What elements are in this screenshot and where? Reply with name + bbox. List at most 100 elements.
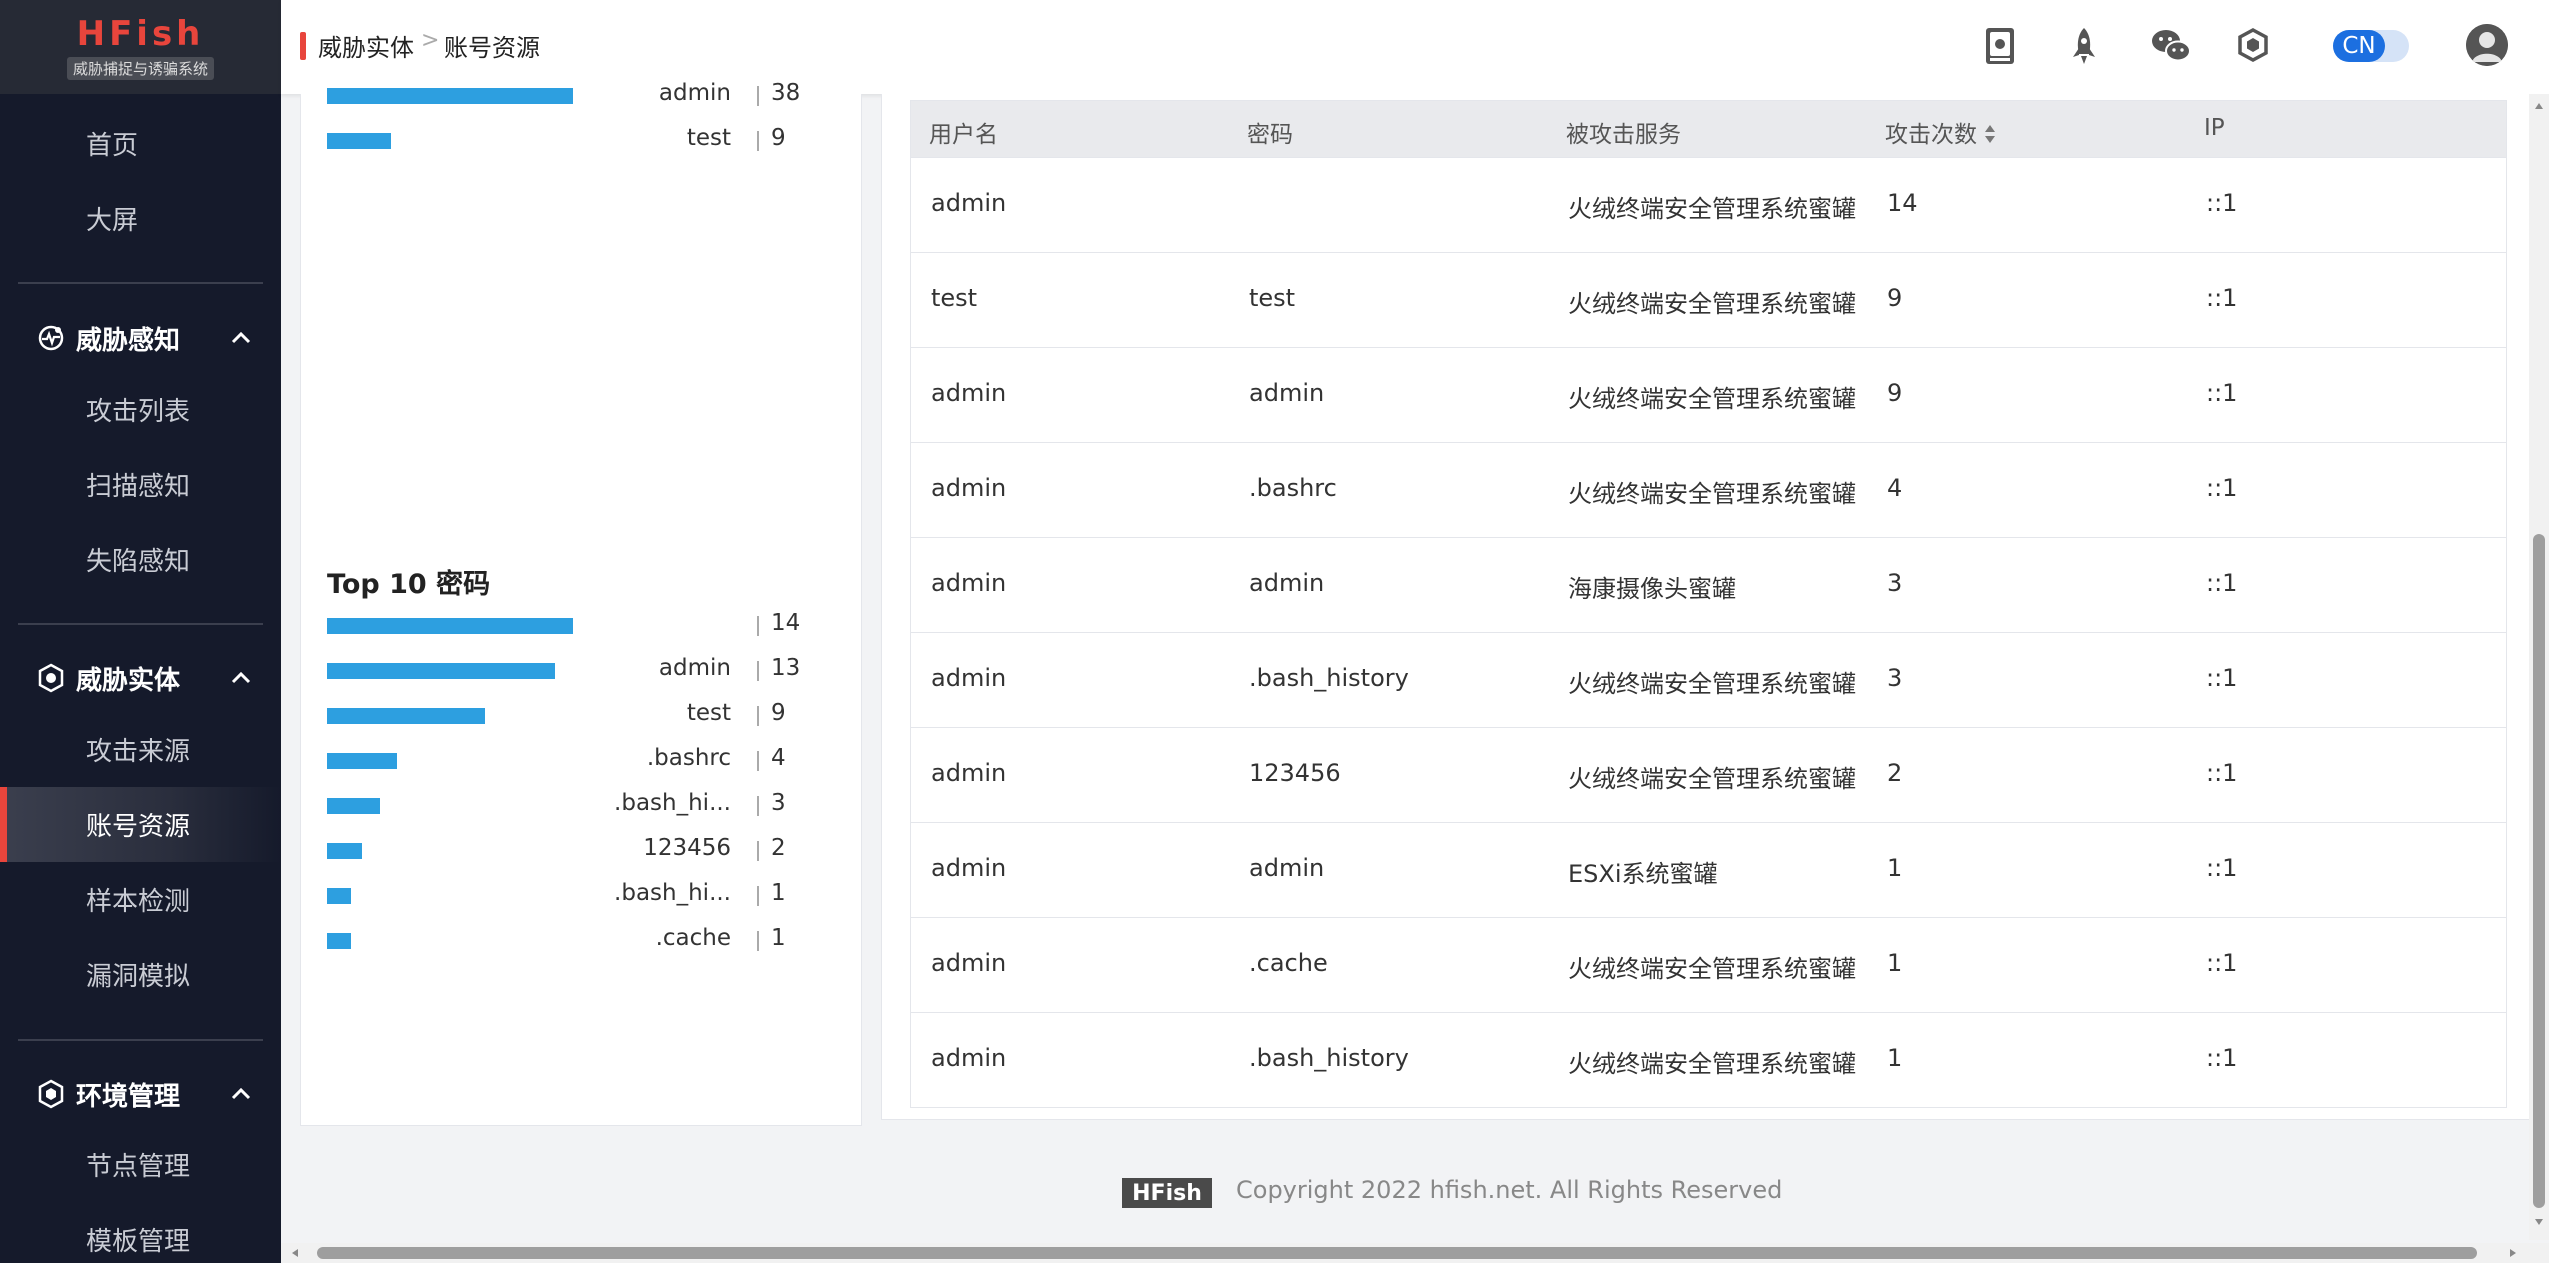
avatar[interactable] [2466,24,2508,66]
shield-icon [38,663,64,693]
cell-ip: ::1 [2206,1044,2238,1072]
sidebar-group-threat-perception[interactable]: 威胁感知 [0,303,281,373]
table-row[interactable]: admin .cache 火绒终端安全管理系统蜜罐 1::1 [911,918,2506,1013]
breadcrumb-item-threat-entity[interactable]: 威胁实体 [318,28,414,63]
bar-separator [757,886,759,906]
vertical-scrollbar[interactable] [2529,94,2549,1240]
sidebar-item-account-resource[interactable]: 账号资源 [0,787,281,862]
account-table: 用户名 密码 被攻击服务 攻击次数 IP admin 火绒终端安全管理系统蜜罐 14… [910,100,2507,1108]
password-bar-row: .bash_hi... 1 [327,880,827,910]
sidebar-group-threat-entity[interactable]: 威胁实体 [0,643,281,713]
footer-copyright: Copyright 2022 hfish.net. All Rights Res… [1236,1176,1783,1204]
wechat-icon[interactable] [2149,24,2193,68]
password-bar [327,798,380,814]
sidebar-item-attack-list[interactable]: 攻击列表 [0,372,281,447]
column-header-username: 用户名 [929,122,998,148]
sidebar-item-sample-detection[interactable]: 样本检测 [0,862,281,937]
footer-logo: HFish [1122,1178,1212,1208]
column-header-service: 被攻击服务 [1566,122,1681,148]
password-bar-value: 13 [771,655,801,681]
sidebar-item-attack-source[interactable]: 攻击来源 [0,712,281,787]
top-passwords-title: Top 10 密码 [327,569,491,600]
cell-attack-count: 9 [1887,379,1903,407]
horizontal-scrollbar-thumb[interactable] [317,1247,2477,1259]
top-user-row: test 9 [327,125,827,155]
sidebar-group-label: 环境管理 [76,1081,181,1112]
sidebar-item-label: 失陷感知 [86,547,191,577]
vertical-scrollbar-thumb[interactable] [2533,534,2545,1208]
scroll-up-icon[interactable] [2534,102,2544,110]
sidebar-item-label: 样本检测 [86,887,191,917]
sidebar-item-label: 攻击来源 [86,737,191,767]
cell-username: admin [931,759,1007,787]
cell-attack-count: 3 [1887,664,1903,692]
breadcrumb-item-account-resource: 账号资源 [444,34,540,62]
sidebar-item-vuln-simulation[interactable]: 漏洞模拟 [0,937,281,1012]
sidebar-group-env-management[interactable]: 环境管理 [0,1059,281,1129]
book-icon[interactable] [1980,24,2020,68]
sidebar-item-label: 大屏 [86,206,139,236]
bar-separator [757,841,759,861]
cell-username: admin [931,854,1007,882]
sidebar-item-template-management[interactable]: 模板管理 [0,1202,281,1263]
table-row[interactable]: admin admin ESXi系统蜜罐 1::1 [911,823,2506,918]
password-bar-value: 1 [771,925,786,951]
cell-ip: ::1 [2206,569,2238,597]
password-bar [327,663,555,679]
password-bar-label: admin [658,655,731,681]
sidebar-item-label: 攻击列表 [86,397,191,427]
password-bar [327,708,485,724]
column-header-attack-count[interactable]: 攻击次数 [1885,115,1977,149]
sort-icon[interactable] [1984,123,1996,145]
breadcrumb-accent [300,32,306,60]
cell-password: .cache [1249,949,1328,977]
table-row[interactable]: admin admin 火绒终端安全管理系统蜜罐 9::1 [911,348,2506,443]
cell-password: .bash_history [1249,1044,1409,1072]
table-row[interactable]: test test 火绒终端安全管理系统蜜罐 9::1 [911,253,2506,348]
password-bar-value: 1 [771,880,786,906]
table-row[interactable]: admin 123456 火绒终端安全管理系统蜜罐 2::1 [911,728,2506,823]
password-bar [327,843,362,859]
cell-attack-count: 1 [1887,854,1903,882]
cell-attack-count: 2 [1887,759,1903,787]
sidebar-item-label: 账号资源 [86,812,191,842]
cell-service: 火绒终端安全管理系统蜜罐 [1568,290,1856,318]
password-bar-label: .bashrc [646,745,731,771]
hexagon-icon[interactable] [2233,24,2273,68]
language-toggle-label: CN [2333,30,2385,62]
scroll-right-icon[interactable] [2509,1248,2517,1258]
cell-ip: ::1 [2206,379,2238,407]
sidebar-item-label: 漏洞模拟 [86,962,191,992]
sidebar-item-label: 首页 [86,131,139,161]
table-row[interactable]: admin .bash_history 火绒终端安全管理系统蜜罐 3::1 [911,633,2506,728]
table-row[interactable]: admin .bashrc 火绒终端安全管理系统蜜罐 4::1 [911,443,2506,538]
chevron-up-icon [231,671,251,684]
cell-password: admin [1249,569,1325,597]
scroll-left-icon[interactable] [291,1248,299,1258]
logo-subtitle: 威胁捕捉与诱骗系统 [66,56,214,80]
table-body: admin 火绒终端安全管理系统蜜罐 14::1 test test 火绒终端安全管理系统… [911,158,2506,1107]
sidebar-item-node-management[interactable]: 节点管理 [0,1127,281,1202]
language-toggle[interactable]: CN [2333,30,2409,62]
cell-service: 火绒终端安全管理系统蜜罐 [1568,765,1856,793]
account-table-panel: 用户名 密码 被攻击服务 攻击次数 IP admin 火绒终端安全管理系统蜜罐 14… [881,94,2534,1120]
sidebar-item-home[interactable]: 首页 [0,106,281,181]
bar-separator [757,796,759,816]
cell-password: 123456 [1249,759,1341,787]
rocket-icon[interactable] [2064,24,2104,68]
table-row[interactable]: admin .bash_history 火绒终端安全管理系统蜜罐 1::1 [911,1013,2506,1107]
cell-password: test [1249,284,1296,312]
scroll-down-icon[interactable] [2534,1218,2544,1226]
table-row[interactable]: admin admin 海康摄像头蜜罐 3::1 [911,538,2506,633]
logo[interactable]: HFish 威胁捕捉与诱骗系统 [0,0,281,94]
horizontal-scrollbar[interactable] [281,1243,2549,1263]
cell-username: test [931,284,978,312]
sidebar-item-bigscreen[interactable]: 大屏 [0,181,281,256]
chevron-up-icon [231,331,251,344]
sidebar-item-compromise-perception[interactable]: 失陷感知 [0,522,281,597]
bar [327,133,391,149]
sidebar-item-scan-perception[interactable]: 扫描感知 [0,447,281,522]
table-row[interactable]: admin 火绒终端安全管理系统蜜罐 14::1 [911,158,2506,253]
logo-title: HFish [76,13,205,54]
cell-service: 火绒终端安全管理系统蜜罐 [1568,195,1856,223]
